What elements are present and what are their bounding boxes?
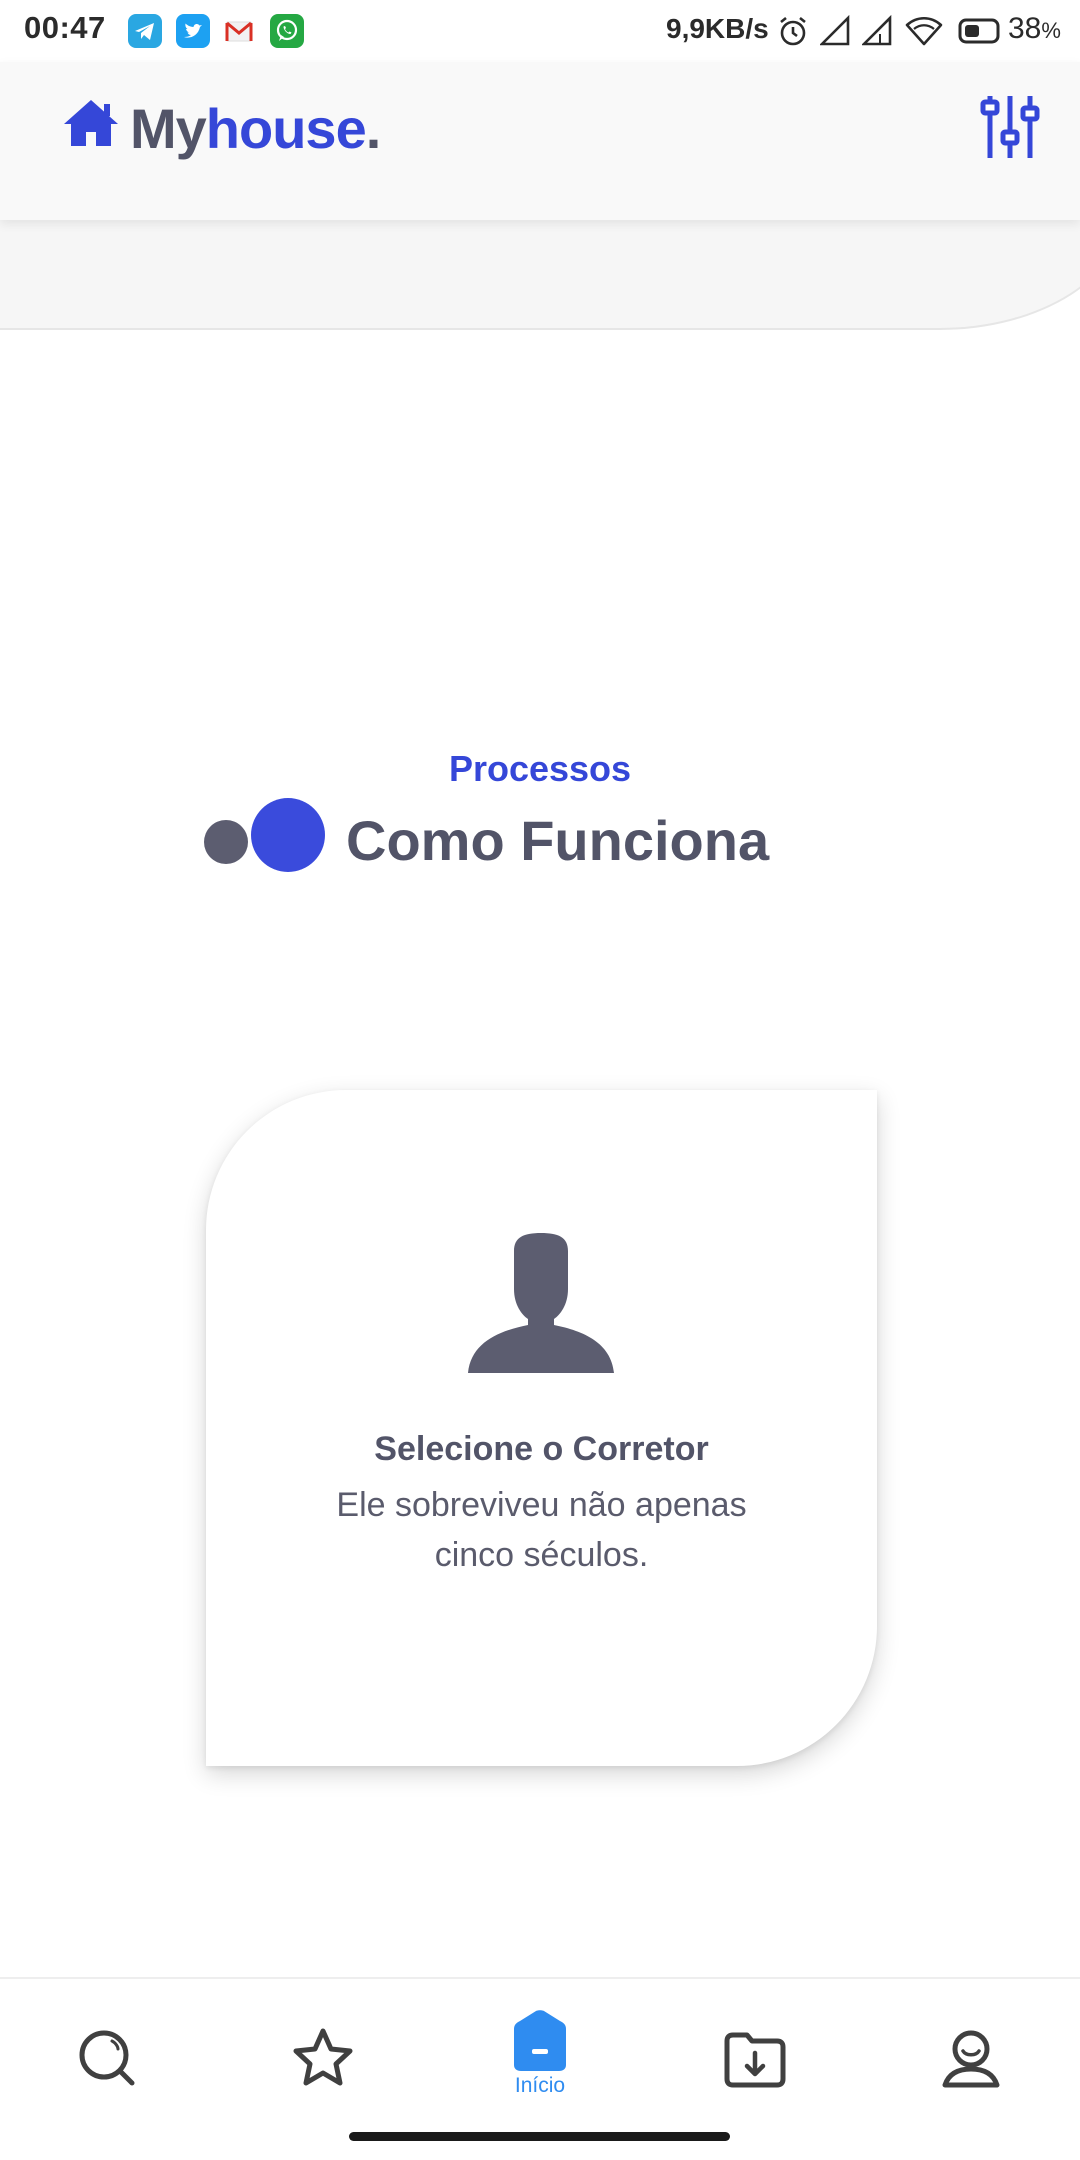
whatsapp-icon [270, 14, 304, 48]
status-bar: 00:47 9,9KB/s 38% [0, 0, 1080, 62]
process-card[interactable]: Selecione o Corretor Ele sobreviveu não … [206, 1090, 877, 1766]
battery-icon [958, 14, 1002, 52]
app-logo: Myhouse. [130, 97, 381, 160]
nav-downloads[interactable] [715, 2019, 795, 2099]
section-kicker: Processos [448, 748, 632, 789]
profile-icon [942, 2030, 1000, 2088]
battery-level: 38% [1008, 12, 1061, 45]
home-icon [514, 2010, 566, 2071]
telegram-icon [128, 14, 162, 48]
nav-favorites[interactable] [283, 2019, 363, 2099]
signal-icon-1 [818, 14, 852, 52]
section-title: Como Funciona [346, 809, 770, 872]
alarm-icon [776, 14, 810, 52]
network-speed: 9,9KB/s [666, 13, 769, 44]
card-title: Selecione o Corretor [374, 1430, 709, 1468]
person-icon [466, 1233, 616, 1373]
signal-icon-2 [860, 14, 894, 52]
app-screen: 00:47 9,9KB/s 38% Myhouse. Processos Com… [0, 0, 1080, 2160]
nav-search[interactable] [68, 2019, 148, 2099]
star-icon [293, 2028, 353, 2086]
header-curve-decoration [0, 210, 1080, 330]
card-description: Ele sobreviveu não apenas cinco séculos. [336, 1486, 747, 1574]
sliders-icon [980, 96, 1040, 158]
decorative-dot-small [204, 820, 248, 864]
filter-button[interactable] [980, 92, 1040, 162]
nav-home-label: Início [514, 2074, 566, 2097]
wifi-icon [904, 14, 944, 52]
nav-profile[interactable] [931, 2019, 1011, 2099]
decorative-dot-large [251, 798, 325, 872]
download-folder-icon [724, 2032, 786, 2088]
status-time: 00:47 [24, 10, 106, 45]
gmail-icon [222, 14, 256, 48]
house-logo-icon [62, 98, 120, 152]
nav-home[interactable] [500, 2001, 580, 2081]
search-icon [79, 2030, 135, 2086]
home-indicator[interactable] [349, 2132, 730, 2141]
app-header: Myhouse. [0, 62, 1080, 220]
twitter-icon [176, 14, 210, 48]
